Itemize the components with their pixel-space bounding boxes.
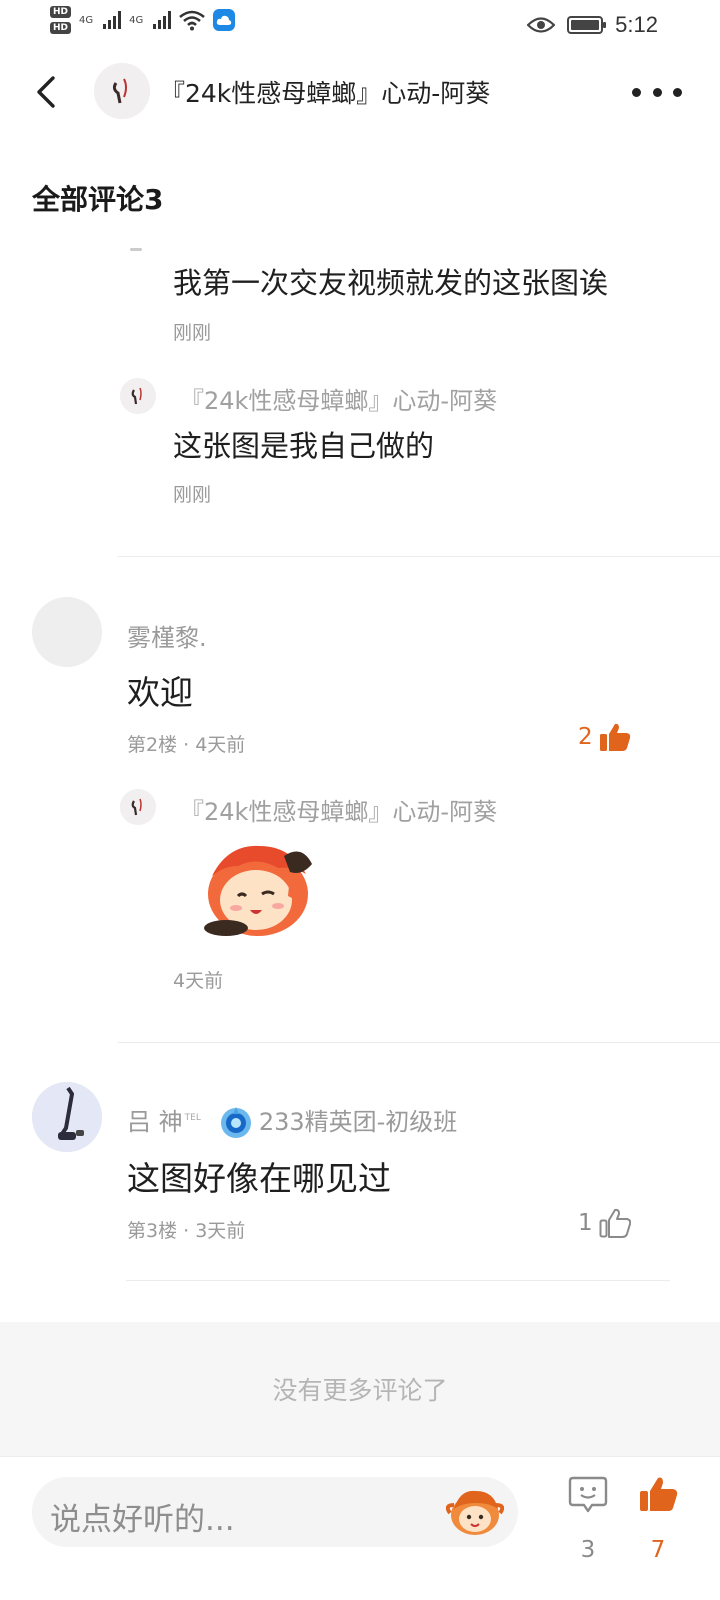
group-badge-icon [220,1107,251,1138]
cloud-icon [213,9,236,31]
clock: 5:12 [615,12,658,37]
avatar[interactable] [120,378,156,414]
header: 『24k性感母蟑螂』心动-阿葵 [0,54,720,128]
comment-meta: 第3楼 · 3天前 [127,1220,246,1242]
reply-time: 4天前 [173,970,224,992]
like-button[interactable]: 1 [578,1208,631,1238]
battery-icon [567,16,607,34]
hd-badge: HD [50,6,72,18]
reply-time: 刚刚 [173,484,212,506]
more-options-button[interactable] [632,82,682,102]
status-bar: HD HD 4G 4G 5:12 [0,0,720,48]
dot [632,87,641,97]
avatar[interactable] [32,597,102,667]
signal-icon [153,11,172,29]
no-more-comments: 没有更多评论了 [0,1322,720,1456]
signal-icon [103,11,122,29]
like-count: 1 [578,1210,593,1236]
page-title: 『24k性感母蟑螂』心动-阿葵 [160,79,491,108]
comment-icon [568,1476,608,1513]
divider [118,556,720,557]
comment-meta: 第2楼 · 4天前 [127,734,246,756]
network-type: 4G [129,14,144,26]
hd-badge: HD [50,22,72,34]
reply-text: 我第一次交友视频就发的这张图诶 [173,266,609,300]
tel-badge: TEL [184,1113,201,1123]
thumbs-up-icon [599,1208,631,1238]
wifi-icon [179,10,206,31]
comments-button[interactable]: 3 [558,1475,618,1575]
status-left: HD HD 4G 4G [50,6,236,34]
avatar-art [120,378,156,414]
network-type: 4G [79,14,94,26]
comment-author-line: 吕 神 TEL 233精英团-初级班 [127,1102,457,1140]
like-count: 7 [650,1537,666,1563]
avatar-art [32,1082,102,1152]
comment-count: 3 [580,1537,596,1563]
like-post-button[interactable]: 7 [628,1475,688,1575]
divider [118,1042,720,1043]
chevron-left-icon [37,76,55,108]
hd-indicators: HD HD [50,6,72,34]
avatar[interactable] [120,789,156,825]
reply-author[interactable]: 『24k性感母蟑螂』心动-阿葵 [180,792,497,827]
like-count: 2 [578,724,593,750]
avatar-art [94,63,150,119]
comment-author[interactable]: 雾槿黎. [127,618,207,653]
reply-author[interactable]: 『24k性感母蟑螂』心动-阿葵 [180,381,497,416]
thumbs-up-icon [640,1477,678,1511]
avatar[interactable] [32,1082,102,1152]
comment-page: HD HD 4G 4G 5:12 『24k性感母蟑螂』心动-阿葵 全部评论3 我… [0,0,720,1600]
thumbs-up-icon [599,723,630,751]
group-name[interactable]: 233精英团-初级班 [259,1108,457,1136]
dot [673,87,682,97]
status-right: 5:12 [527,12,658,38]
eye-icon [527,17,556,33]
section-title: 全部评论3 [32,183,164,216]
emoji-sticker-button-icon[interactable] [446,1483,504,1541]
divider [126,1280,670,1281]
thread-marker [130,248,142,251]
comment-input[interactable]: 说点好听的... [32,1477,518,1547]
like-button[interactable]: 2 [578,722,631,752]
reply-time: 刚刚 [173,322,212,344]
avatar[interactable] [94,63,150,119]
comment-author[interactable]: 吕 神 [127,1108,183,1136]
comment-text: 欢迎 [127,673,193,712]
back-button[interactable] [26,70,66,114]
sticker-emoji-icon [204,845,312,936]
dot [652,87,662,97]
reply-text: 这张图是我自己做的 [173,429,435,463]
input-placeholder: 说点好听的... [50,1502,235,1538]
avatar-art [120,789,156,825]
comment-text: 这图好像在哪见过 [127,1159,391,1198]
bottom-bar: 说点好听的... 3 7 [0,1456,720,1600]
